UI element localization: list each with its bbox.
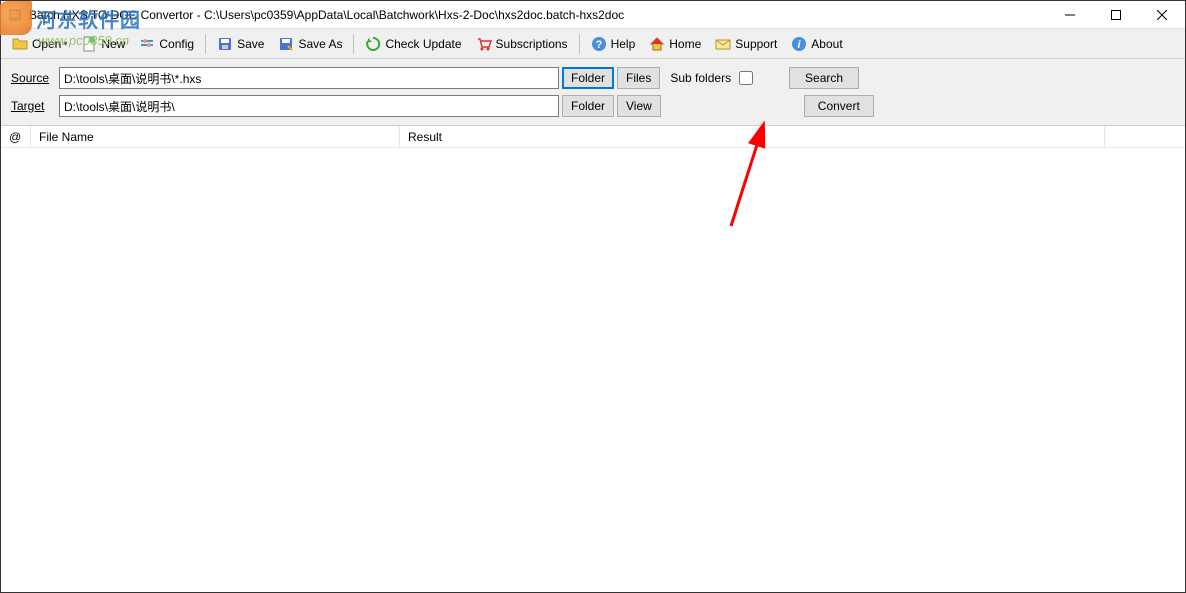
new-label: New	[101, 37, 125, 51]
maximize-button[interactable]	[1093, 1, 1139, 29]
table-header: @ File Name Result	[1, 126, 1185, 148]
convert-button[interactable]: Convert	[804, 95, 874, 117]
source-files-button[interactable]: Files	[617, 67, 660, 89]
help-icon: ?	[591, 36, 607, 52]
source-folder-button[interactable]: Folder	[562, 67, 614, 89]
about-label: About	[811, 37, 842, 51]
close-button[interactable]	[1139, 1, 1185, 29]
save-as-button[interactable]: Save As	[272, 32, 348, 56]
save-as-icon	[278, 36, 294, 52]
cart-icon	[476, 36, 492, 52]
subscriptions-button[interactable]: Subscriptions	[470, 32, 574, 56]
target-folder-button[interactable]: Folder	[562, 95, 614, 117]
open-button[interactable]: Open ▾	[6, 32, 73, 56]
source-input[interactable]	[59, 67, 559, 89]
form-area: Source Folder Files Sub folders Search T…	[1, 59, 1185, 126]
toolbar-separator	[353, 34, 354, 54]
config-button[interactable]: Config	[133, 32, 200, 56]
config-label: Config	[159, 37, 194, 51]
col-at[interactable]: @	[1, 126, 31, 147]
about-button[interactable]: i About	[785, 32, 848, 56]
chevron-down-icon: ▾	[63, 39, 67, 48]
toolbar-separator	[205, 34, 206, 54]
toolbar-separator	[579, 34, 580, 54]
open-folder-icon	[12, 36, 28, 52]
check-update-label: Check Update	[385, 37, 461, 51]
subfolders-checkbox[interactable]	[739, 71, 753, 85]
save-as-label: Save As	[298, 37, 342, 51]
gear-icon	[139, 36, 155, 52]
new-doc-icon	[81, 36, 97, 52]
target-view-button[interactable]: View	[617, 95, 661, 117]
help-label: Help	[611, 37, 636, 51]
col-result[interactable]: Result	[400, 126, 1105, 147]
help-button[interactable]: ? Help	[585, 32, 642, 56]
open-label: Open	[32, 37, 61, 51]
envelope-icon	[715, 36, 731, 52]
support-label: Support	[735, 37, 777, 51]
check-update-button[interactable]: Check Update	[359, 32, 467, 56]
refresh-icon	[365, 36, 381, 52]
window-title: Batch HXS TO DOC Convertor - C:\Users\pc…	[29, 8, 1047, 22]
home-label: Home	[669, 37, 701, 51]
svg-text:?: ?	[595, 39, 602, 51]
source-label: Source	[11, 71, 55, 85]
save-label: Save	[237, 37, 264, 51]
subfolders-label: Sub folders	[670, 71, 731, 85]
home-button[interactable]: Home	[643, 32, 707, 56]
save-button[interactable]: Save	[211, 32, 270, 56]
support-button[interactable]: Support	[709, 32, 783, 56]
subscriptions-label: Subscriptions	[496, 37, 568, 51]
col-spacer[interactable]	[1105, 126, 1185, 147]
app-icon	[7, 7, 23, 23]
search-button[interactable]: Search	[789, 67, 859, 89]
target-label: Target	[11, 99, 55, 113]
col-filename[interactable]: File Name	[31, 126, 400, 147]
target-input[interactable]	[59, 95, 559, 117]
home-icon	[649, 36, 665, 52]
minimize-button[interactable]	[1047, 1, 1093, 29]
save-icon	[217, 36, 233, 52]
titlebar: Batch HXS TO DOC Convertor - C:\Users\pc…	[1, 1, 1185, 29]
info-icon: i	[791, 36, 807, 52]
new-button[interactable]: New	[75, 32, 131, 56]
toolbar: Open ▾ New Config Save Save As Check Upd…	[1, 29, 1185, 59]
